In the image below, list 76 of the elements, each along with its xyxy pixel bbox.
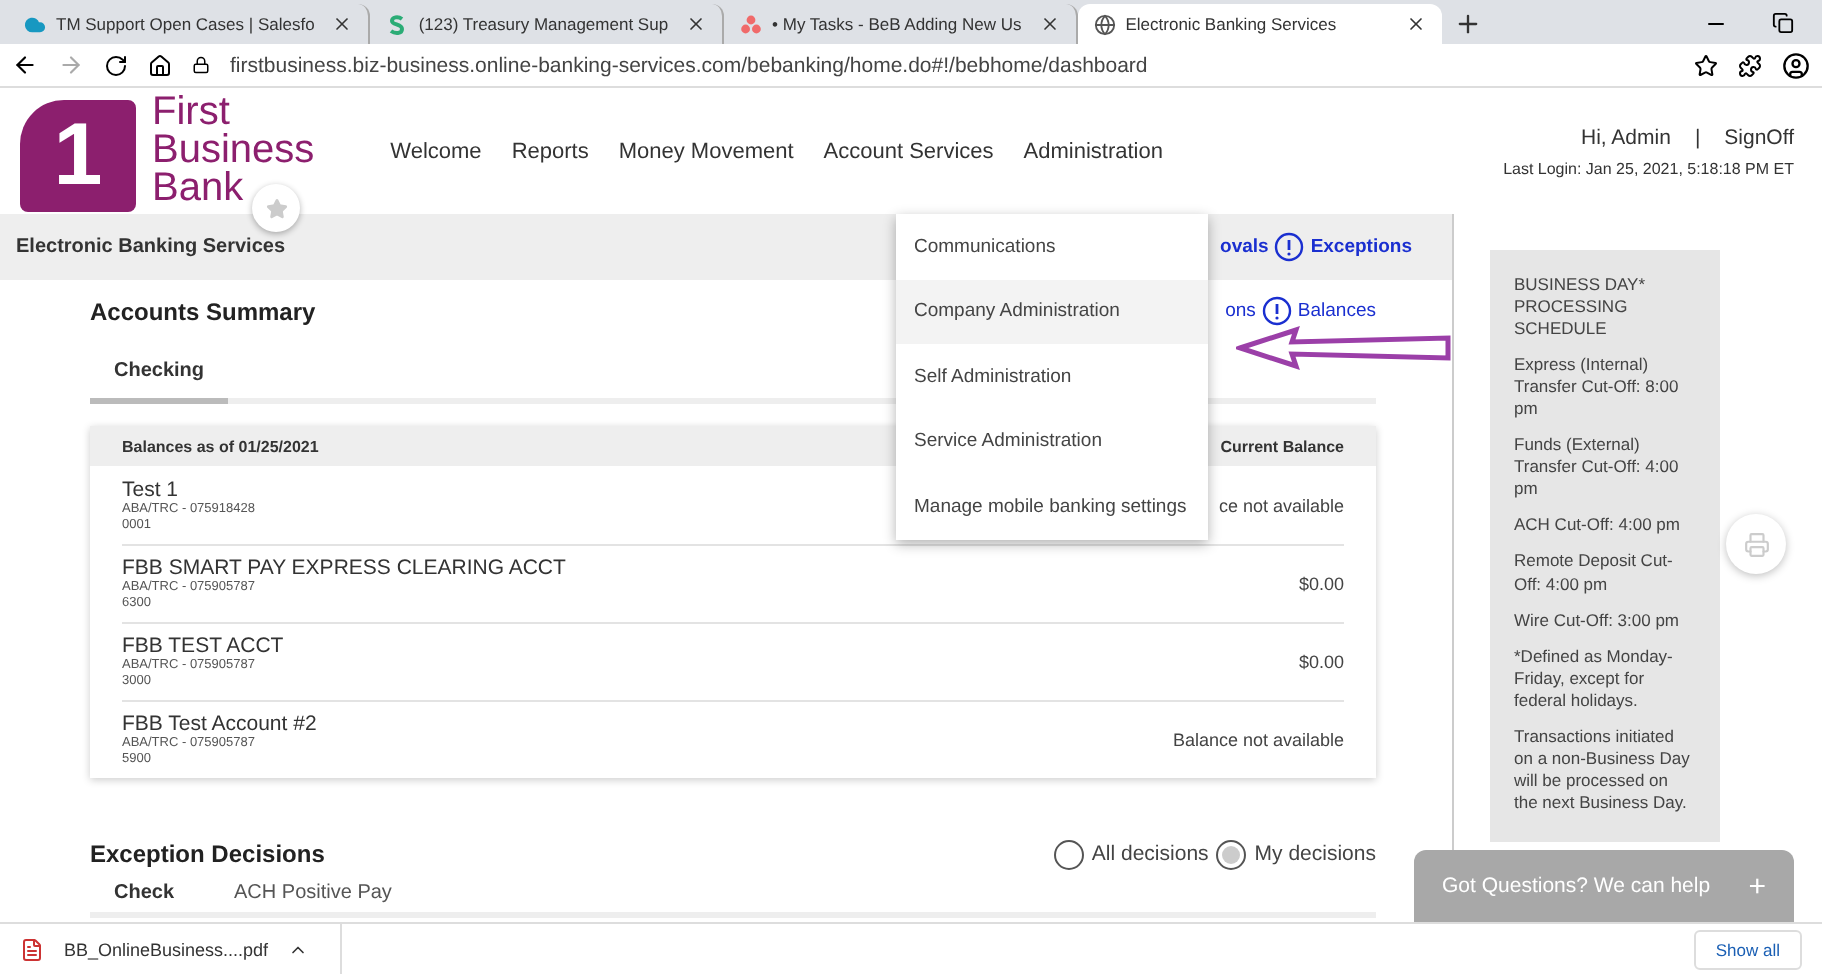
account-name[interactable]: Test 1: [122, 477, 255, 502]
column-header: Current Balance: [1220, 437, 1344, 455]
balance: $0.00: [1298, 574, 1344, 594]
s-logo-icon: [386, 13, 409, 35]
balance: $0.00: [1298, 652, 1344, 672]
transactions-link[interactable]: ons: [1225, 300, 1256, 322]
restore-icon[interactable]: [1772, 12, 1794, 34]
lock-icon: [192, 56, 210, 74]
menu-item[interactable]: Communications: [896, 214, 1208, 279]
balance: Balance not available: [1172, 730, 1344, 750]
account-name[interactable]: FBB TEST ACCT: [122, 634, 284, 659]
greeting: Hi, Admin: [1581, 125, 1671, 149]
schedule-text: Transactions initiated on a non-Business Day will be processed on the next Business Day.: [1514, 725, 1692, 814]
exclamation-icon: [1274, 232, 1305, 262]
date-label: Balances as of 01/25/2021: [122, 437, 319, 455]
profile-icon[interactable]: [1782, 51, 1810, 79]
close-icon[interactable]: [332, 14, 353, 34]
exception-tab[interactable]: ACH Positive Pay: [210, 874, 416, 912]
menu-item[interactable]: Service Administration: [896, 409, 1208, 474]
radio-button[interactable]: [1053, 839, 1084, 869]
bookmark-star-icon[interactable]: [1694, 53, 1718, 77]
new-tab-icon[interactable]: [1454, 10, 1483, 38]
exceptions-link[interactable]: Exceptions: [1310, 236, 1412, 258]
section-title: Exception Decisions: [90, 840, 325, 868]
nav-item[interactable]: Administration: [1023, 139, 1163, 163]
back-icon[interactable]: [12, 52, 38, 78]
extensions-icon[interactable]: [1738, 53, 1762, 77]
schedule-text: Remote Deposit Cut-Off: 4:00 pm: [1514, 550, 1675, 596]
schedule-text: Express (Internal) Transfer Cut-Off: 8:00 pm: [1514, 354, 1681, 421]
schedule-text: ACH Cut-Off: 4:00 pm: [1514, 514, 1682, 537]
separator: |: [1694, 125, 1701, 149]
section-title: Accounts Summary: [90, 297, 316, 325]
radio-label: All decisions: [1091, 842, 1209, 866]
pdf-file-icon: [20, 937, 44, 961]
close-icon[interactable]: [1039, 14, 1060, 34]
radio-label: My decisions: [1254, 842, 1376, 866]
cloud-icon: [24, 13, 46, 35]
menu-item[interactable]: Manage mobile banking settings: [896, 474, 1208, 539]
download-item[interactable]: BB_OnlineBusiness....pdf: [20, 924, 343, 974]
approvals-link[interactable]: ovals: [1220, 236, 1269, 258]
close-icon[interactable]: [1406, 14, 1427, 34]
nav-item[interactable]: Reports: [511, 139, 589, 163]
schedule-text: Wire Cut-Off: 3:00 pm: [1514, 609, 1682, 632]
schedule-text: *Defined as Monday-Friday, except for federal holidays.: [1514, 645, 1675, 712]
info-icon: [1261, 296, 1292, 326]
logo-text: First: [152, 94, 230, 132]
radio-button[interactable]: [1216, 839, 1247, 869]
logo-text: Business: [152, 132, 315, 170]
logo-mark: 1: [20, 99, 136, 211]
reload-icon[interactable]: [104, 53, 128, 77]
menu-item[interactable]: Self Administration: [896, 344, 1208, 409]
close-icon[interactable]: [686, 14, 707, 34]
globe-icon: [1093, 13, 1116, 35]
schedule-text: Funds (External) Transfer Cut-Off: 4:00 pm: [1514, 434, 1681, 501]
account-tab[interactable]: Checking: [90, 342, 229, 404]
home-icon[interactable]: [148, 53, 172, 77]
account-name[interactable]: FBB Test Account #2: [122, 712, 317, 737]
printer-icon: [1743, 531, 1769, 557]
balances-link[interactable]: Balances: [1297, 300, 1376, 322]
nav-item[interactable]: Account Services: [823, 139, 994, 163]
nav-item[interactable]: Welcome: [390, 139, 482, 163]
menu-item[interactable]: Company Administration: [896, 279, 1208, 344]
page-title: Electronic Banking Services: [16, 236, 286, 258]
star-icon: [265, 197, 287, 219]
signoff-link[interactable]: SignOff: [1724, 125, 1794, 149]
logo-text: Bank: [152, 170, 246, 208]
account-name[interactable]: FBB SMART PAY EXPRESS CLEARING ACCT: [122, 556, 566, 581]
balance: ce not available: [1218, 495, 1344, 515]
last-login: Last Login: Jan 25, 2021, 5:18:18 PM ET: [1503, 159, 1794, 177]
dots-icon: [740, 13, 763, 35]
exception-tab[interactable]: Check: [90, 874, 199, 912]
nav-item[interactable]: Money Movement: [618, 139, 794, 163]
browser-tab[interactable]: Electronic Banking Services: [1077, 4, 1443, 44]
schedule-text: BUSINESS DAY* PROCESSING SCHEDULE: [1514, 274, 1648, 341]
address-bar[interactable]: firstbusiness.biz-business.online-banking-services.com/bebanking/home.do#!/bebhome/dashboard: [230, 53, 1674, 77]
show-all-button[interactable]: Show all: [1693, 929, 1802, 969]
